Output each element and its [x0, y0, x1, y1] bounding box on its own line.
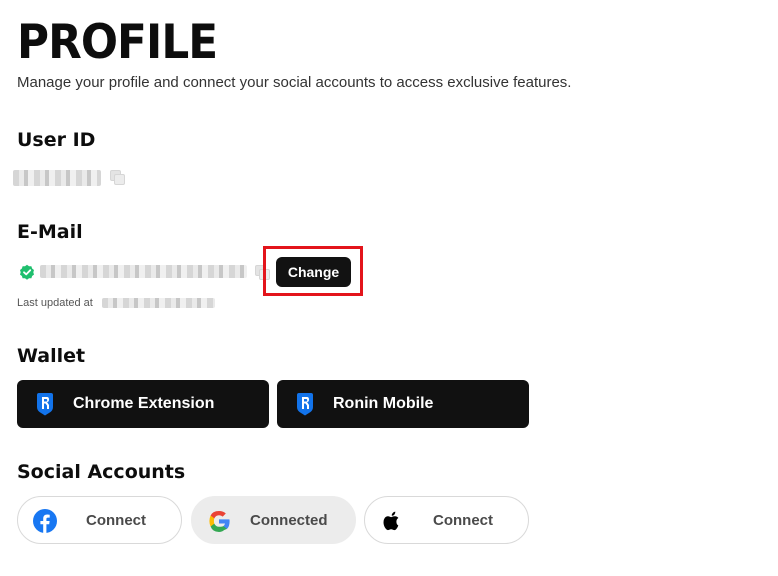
- ronin-icon: [297, 393, 313, 416]
- chrome-extension-button[interactable]: Chrome Extension: [17, 380, 269, 428]
- social-button-label: Connect: [433, 512, 493, 529]
- apple-connect-button[interactable]: Connect: [364, 496, 529, 544]
- wallet-heading: Wallet: [17, 345, 86, 367]
- google-icon: [209, 511, 230, 532]
- social-button-label: Connect: [86, 512, 146, 529]
- user-id-value-redacted: [13, 170, 101, 186]
- social-button-label: Connected: [250, 512, 328, 529]
- google-connected-button[interactable]: Connected: [191, 496, 356, 544]
- social-accounts-heading: Social Accounts: [17, 461, 186, 483]
- user-id-heading: User ID: [17, 129, 96, 151]
- facebook-icon: [33, 509, 57, 533]
- facebook-connect-button[interactable]: Connect: [17, 496, 182, 544]
- wallet-button-label: Chrome Extension: [73, 395, 215, 412]
- apple-icon: [383, 511, 399, 531]
- copy-email-icon[interactable]: [255, 265, 270, 280]
- email-value-redacted: [40, 265, 247, 278]
- ronin-mobile-button[interactable]: Ronin Mobile: [277, 380, 529, 428]
- last-updated-label: Last updated at: [17, 297, 93, 309]
- copy-icon[interactable]: [110, 170, 125, 185]
- ronin-icon: [37, 393, 53, 416]
- wallet-button-label: Ronin Mobile: [333, 395, 434, 412]
- email-heading: E-Mail: [17, 221, 83, 243]
- check-badge-icon: [20, 264, 34, 280]
- page-title: PROFILE: [17, 15, 218, 70]
- change-email-button[interactable]: Change: [276, 257, 351, 287]
- page-subtitle: Manage your profile and connect your soc…: [17, 74, 572, 91]
- last-updated-value-redacted: [102, 298, 215, 308]
